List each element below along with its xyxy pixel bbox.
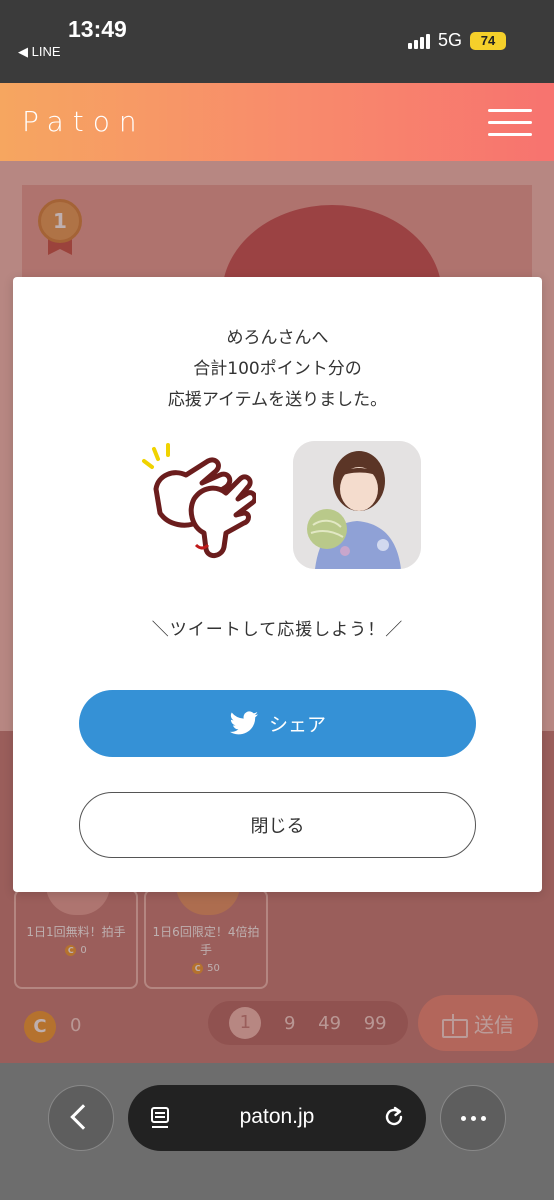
hamburger-menu-icon[interactable]: [488, 109, 532, 137]
status-time: 13:49: [68, 16, 127, 42]
battery-icon: 74: [470, 31, 506, 50]
close-button[interactable]: 閉じる: [79, 792, 476, 858]
status-indicators: 5G 74: [407, 30, 506, 51]
twitter-share-button[interactable]: シェア: [79, 690, 476, 757]
signal-icon: [407, 33, 430, 49]
reload-icon[interactable]: [382, 1105, 406, 1129]
sent-confirmation-modal: めろんさんへ 合計100ポイント分の 応援アイテムを送りました。 ＼ツイートして…: [13, 277, 542, 892]
recipient-avatar: [293, 441, 421, 569]
avatar-image: [293, 441, 421, 569]
back-to-line-link[interactable]: ◀ LINE: [18, 44, 61, 60]
more-icon[interactable]: [440, 1085, 506, 1151]
app-logo[interactable]: Paton: [22, 105, 146, 138]
close-label: 閉じる: [250, 816, 305, 837]
message-line: 合計100ポイント分の: [193, 359, 362, 379]
address-bar[interactable]: paton.jp: [128, 1085, 426, 1151]
message-line: 応援アイテムを送りました。: [167, 390, 388, 410]
message-line: めろんさんへ: [226, 328, 329, 348]
twitter-bird-icon: [229, 710, 258, 734]
status-bar: 13:49 ◀ LINE 5G 74: [0, 0, 554, 83]
tweet-prompt: ＼ツイートして応援しよう！／: [151, 620, 404, 640]
chevron-left-icon[interactable]: [48, 1085, 114, 1151]
browser-toolbar: paton.jp: [0, 1063, 554, 1200]
share-label: シェア: [268, 714, 326, 736]
modal-message: めろんさんへ 合計100ポイント分の 応援アイテムを送りました。: [13, 323, 542, 416]
clapping-hands-icon: [142, 443, 256, 558]
app-header: Paton: [0, 83, 554, 161]
network-type: 5G: [437, 30, 462, 50]
